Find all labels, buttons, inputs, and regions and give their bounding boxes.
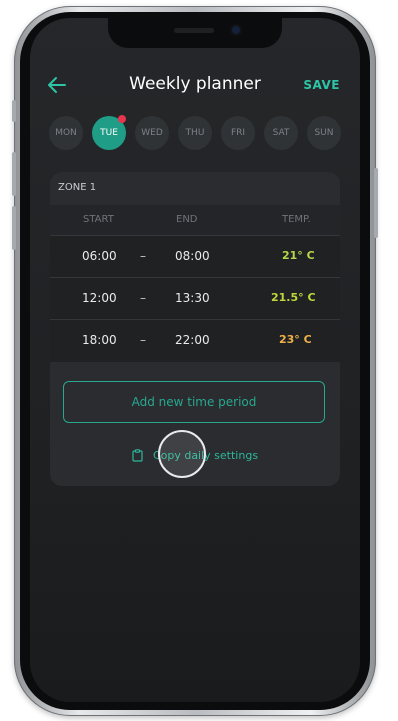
app-screen: Weekly planner SAVE MON TUE WED THU FRI … xyxy=(30,18,360,702)
day-thu[interactable]: THU xyxy=(178,116,212,150)
clipboard-icon xyxy=(132,448,143,462)
app-header: Weekly planner SAVE xyxy=(30,70,360,100)
time-period-row[interactable]: 06:00 – 08:00 21° C xyxy=(50,235,340,278)
period-separator: – xyxy=(140,333,146,347)
column-end: END xyxy=(176,214,198,225)
phone-volume-up xyxy=(12,152,16,196)
day-sat[interactable]: SAT xyxy=(264,116,298,150)
period-end: 13:30 xyxy=(175,291,210,305)
day-label: FRI xyxy=(230,128,246,138)
save-button[interactable]: SAVE xyxy=(303,78,340,92)
period-end: 08:00 xyxy=(175,249,210,263)
period-separator: – xyxy=(140,249,146,263)
add-time-period-button[interactable]: Add new time period xyxy=(63,381,325,423)
front-camera xyxy=(232,26,240,34)
period-temperature: 21° C xyxy=(282,249,315,262)
period-separator: – xyxy=(140,291,146,305)
add-time-period-label: Add new time period xyxy=(131,395,257,409)
period-end: 22:00 xyxy=(175,333,210,347)
speaker-grille xyxy=(174,28,214,33)
touch-indicator xyxy=(158,430,206,478)
phone-volume-down xyxy=(12,206,16,250)
day-label: MON xyxy=(55,128,77,138)
day-fri[interactable]: FRI xyxy=(221,116,255,150)
day-wed[interactable]: WED xyxy=(135,116,169,150)
phone-mute-switch xyxy=(12,100,16,122)
column-start: START xyxy=(83,214,114,225)
day-label: WED xyxy=(141,128,163,138)
day-sun[interactable]: SUN xyxy=(307,116,341,150)
time-period-row[interactable]: 18:00 – 22:00 23° C xyxy=(50,319,340,362)
day-label: THU xyxy=(185,128,205,138)
period-temperature: 23° C xyxy=(279,333,312,346)
zone-card: ZONE 1 START END TEMP. 06:00 – 08:00 21°… xyxy=(50,172,340,486)
notification-dot xyxy=(118,115,126,123)
column-temp: TEMP. xyxy=(282,214,311,225)
day-mon[interactable]: MON xyxy=(49,116,83,150)
day-tue[interactable]: TUE xyxy=(92,115,126,150)
period-start: 12:00 xyxy=(82,291,117,305)
period-start: 18:00 xyxy=(82,333,117,347)
zone-title: ZONE 1 xyxy=(58,182,97,193)
day-label: SAT xyxy=(272,128,290,138)
table-header: START END TEMP. xyxy=(50,205,340,235)
period-temperature: 21.5° C xyxy=(271,291,316,304)
period-start: 06:00 xyxy=(82,249,117,263)
phone-notch xyxy=(108,18,282,48)
day-label: TUE xyxy=(100,128,118,138)
day-selector: MON TUE WED THU FRI SAT SUN xyxy=(49,115,345,150)
day-label: SUN xyxy=(314,128,334,138)
time-period-row[interactable]: 12:00 – 13:30 21.5° C xyxy=(50,277,340,320)
phone-power-button xyxy=(374,168,378,238)
